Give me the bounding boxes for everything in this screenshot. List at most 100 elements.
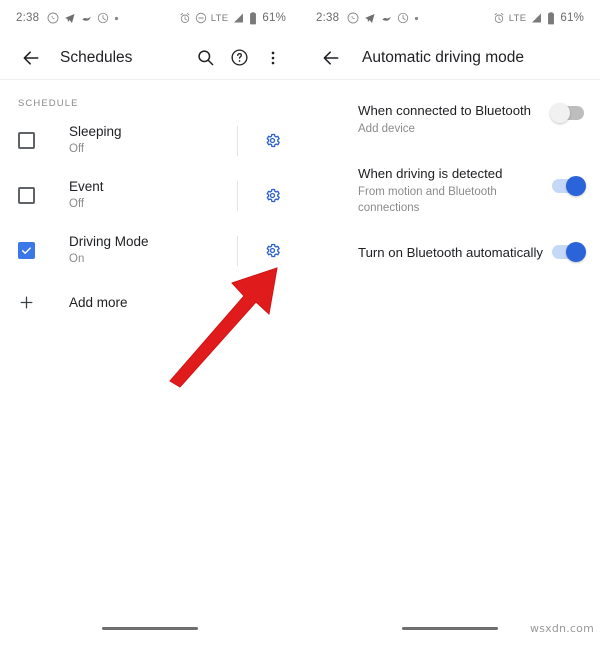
list-item-divider bbox=[237, 125, 238, 156]
home-gesture-pill[interactable] bbox=[402, 626, 498, 630]
toggle-knob bbox=[566, 176, 586, 197]
setting-texts: When driving is detected From motion and… bbox=[358, 165, 552, 216]
back-arrow-icon bbox=[21, 48, 41, 68]
toggle-when-driving-is-detected[interactable] bbox=[552, 176, 586, 197]
list-item-texts: Sleeping Off bbox=[69, 124, 237, 157]
setting-texts: When connected to Bluetooth Add device bbox=[358, 102, 552, 137]
list-item-divider bbox=[237, 235, 238, 266]
setting-row-bluetooth-auto[interactable]: Turn on Bluetooth automatically bbox=[300, 228, 600, 278]
left-navigation-bar bbox=[0, 611, 300, 645]
home-gesture-pill[interactable] bbox=[102, 626, 198, 630]
list-item-title: Sleeping bbox=[69, 124, 122, 140]
setting-control bbox=[550, 102, 584, 123]
dot-icon bbox=[114, 16, 119, 21]
toggle-knob bbox=[566, 241, 586, 262]
right-toolbar: Automatic driving mode bbox=[300, 36, 600, 80]
toggle-knob bbox=[550, 103, 570, 123]
alarm-icon bbox=[493, 12, 505, 24]
status-bar-right-group: LTE 61% bbox=[493, 11, 586, 25]
search-button[interactable] bbox=[188, 41, 222, 75]
list-item-subtitle: On bbox=[69, 253, 85, 266]
settings-list: When connected to Bluetooth Add device W… bbox=[300, 80, 600, 278]
telegram-icon bbox=[64, 12, 76, 24]
settings-button-event[interactable] bbox=[252, 176, 292, 216]
search-icon bbox=[196, 48, 215, 67]
network-type-label: LTE bbox=[508, 12, 527, 24]
right-phone-screen: 2:38 LTE 61% Automatic driving mode When… bbox=[300, 0, 600, 645]
left-toolbar: Schedules bbox=[0, 36, 300, 80]
toggle-turn-on-bluetooth-automatically[interactable] bbox=[552, 241, 586, 262]
battery-icon bbox=[249, 11, 257, 25]
page-title: Automatic driving mode bbox=[362, 48, 524, 66]
whatsapp-icon bbox=[347, 12, 359, 24]
list-item[interactable]: Sleeping Off bbox=[0, 113, 300, 168]
help-circle-icon bbox=[230, 48, 249, 67]
bird-icon bbox=[81, 13, 92, 24]
list-item-divider bbox=[237, 180, 238, 211]
schedule-checkbox-event[interactable] bbox=[18, 187, 35, 204]
setting-row-bluetooth-connected[interactable]: When connected to Bluetooth Add device bbox=[300, 90, 600, 149]
signal-icon bbox=[232, 12, 245, 24]
list-item-subtitle: Off bbox=[69, 143, 85, 156]
gear-icon bbox=[264, 242, 281, 259]
network-type-label: LTE bbox=[210, 12, 229, 24]
setting-texts: Turn on Bluetooth automatically bbox=[358, 244, 552, 261]
setting-title: When driving is detected bbox=[358, 166, 503, 182]
list-item[interactable]: Event Off bbox=[0, 168, 300, 223]
settings-button-sleeping[interactable] bbox=[252, 121, 292, 161]
list-item[interactable]: Driving Mode On bbox=[0, 223, 300, 278]
add-more-label: Add more bbox=[69, 294, 128, 310]
settings-button-driving-mode[interactable] bbox=[252, 231, 292, 271]
status-bar-left-group: 2:38 bbox=[316, 12, 419, 24]
schedule-checkbox-sleeping[interactable] bbox=[18, 132, 35, 149]
left-phone-screen: 2:38 LTE 61% Schedules SCHEDULE Sleeping… bbox=[0, 0, 300, 645]
back-arrow-icon bbox=[321, 48, 341, 68]
page-title: Schedules bbox=[60, 48, 133, 66]
battery-percent: 61% bbox=[560, 12, 584, 24]
back-button[interactable] bbox=[14, 41, 48, 75]
status-bar-left-group: 2:38 bbox=[16, 12, 119, 24]
list-item-subtitle: Off bbox=[69, 198, 85, 211]
status-bar-time: 2:38 bbox=[16, 12, 40, 24]
setting-row-driving-detected[interactable]: When driving is detected From motion and… bbox=[300, 149, 600, 228]
overflow-menu-button[interactable] bbox=[256, 41, 290, 75]
list-item-title: Event bbox=[69, 179, 104, 195]
section-header-schedule: SCHEDULE bbox=[18, 98, 79, 109]
status-bar-right-group: LTE 61% bbox=[179, 11, 286, 25]
setting-title: When connected to Bluetooth bbox=[358, 103, 532, 118]
list-item-texts: Driving Mode On bbox=[69, 234, 237, 267]
dot-icon bbox=[414, 16, 419, 21]
setting-control bbox=[552, 165, 586, 197]
add-more-row[interactable]: Add more bbox=[0, 278, 300, 326]
schedules-list: Sleeping Off Event Off Driving Mode On A… bbox=[0, 109, 300, 326]
telegram-icon bbox=[364, 12, 376, 24]
signal-icon bbox=[530, 12, 543, 24]
dual-screenshot-container: 2:38 LTE 61% Schedules SCHEDULE Sleeping… bbox=[0, 0, 600, 645]
plus-icon bbox=[18, 294, 35, 311]
more-vertical-icon bbox=[264, 49, 282, 67]
right-status-bar: 2:38 LTE 61% bbox=[300, 0, 600, 36]
setting-title: Turn on Bluetooth automatically bbox=[358, 244, 543, 260]
battery-percent: 61% bbox=[262, 12, 286, 24]
schedule-checkbox-driving-mode[interactable] bbox=[18, 242, 35, 259]
bird-icon bbox=[381, 13, 392, 24]
help-button[interactable] bbox=[222, 41, 256, 75]
do-not-disturb-icon bbox=[195, 12, 207, 24]
back-button[interactable] bbox=[314, 41, 348, 75]
list-item-title: Driving Mode bbox=[69, 234, 149, 250]
toggle-when-connected-to-bluetooth[interactable] bbox=[550, 103, 584, 123]
watermark-text: wsxdn.com bbox=[530, 622, 594, 635]
gear-icon bbox=[264, 187, 281, 204]
clock-outline-icon bbox=[397, 12, 409, 24]
left-status-bar: 2:38 LTE 61% bbox=[0, 0, 300, 36]
setting-control bbox=[552, 241, 586, 262]
alarm-icon bbox=[179, 12, 191, 24]
whatsapp-icon bbox=[47, 12, 59, 24]
status-bar-time: 2:38 bbox=[316, 12, 340, 24]
setting-subtitle: Add device bbox=[358, 123, 415, 136]
list-item-texts: Event Off bbox=[69, 179, 237, 212]
battery-icon bbox=[547, 11, 555, 25]
clock-outline-icon bbox=[97, 12, 109, 24]
setting-subtitle: From motion and Bluetooth connections bbox=[358, 186, 497, 214]
gear-icon bbox=[264, 132, 281, 149]
